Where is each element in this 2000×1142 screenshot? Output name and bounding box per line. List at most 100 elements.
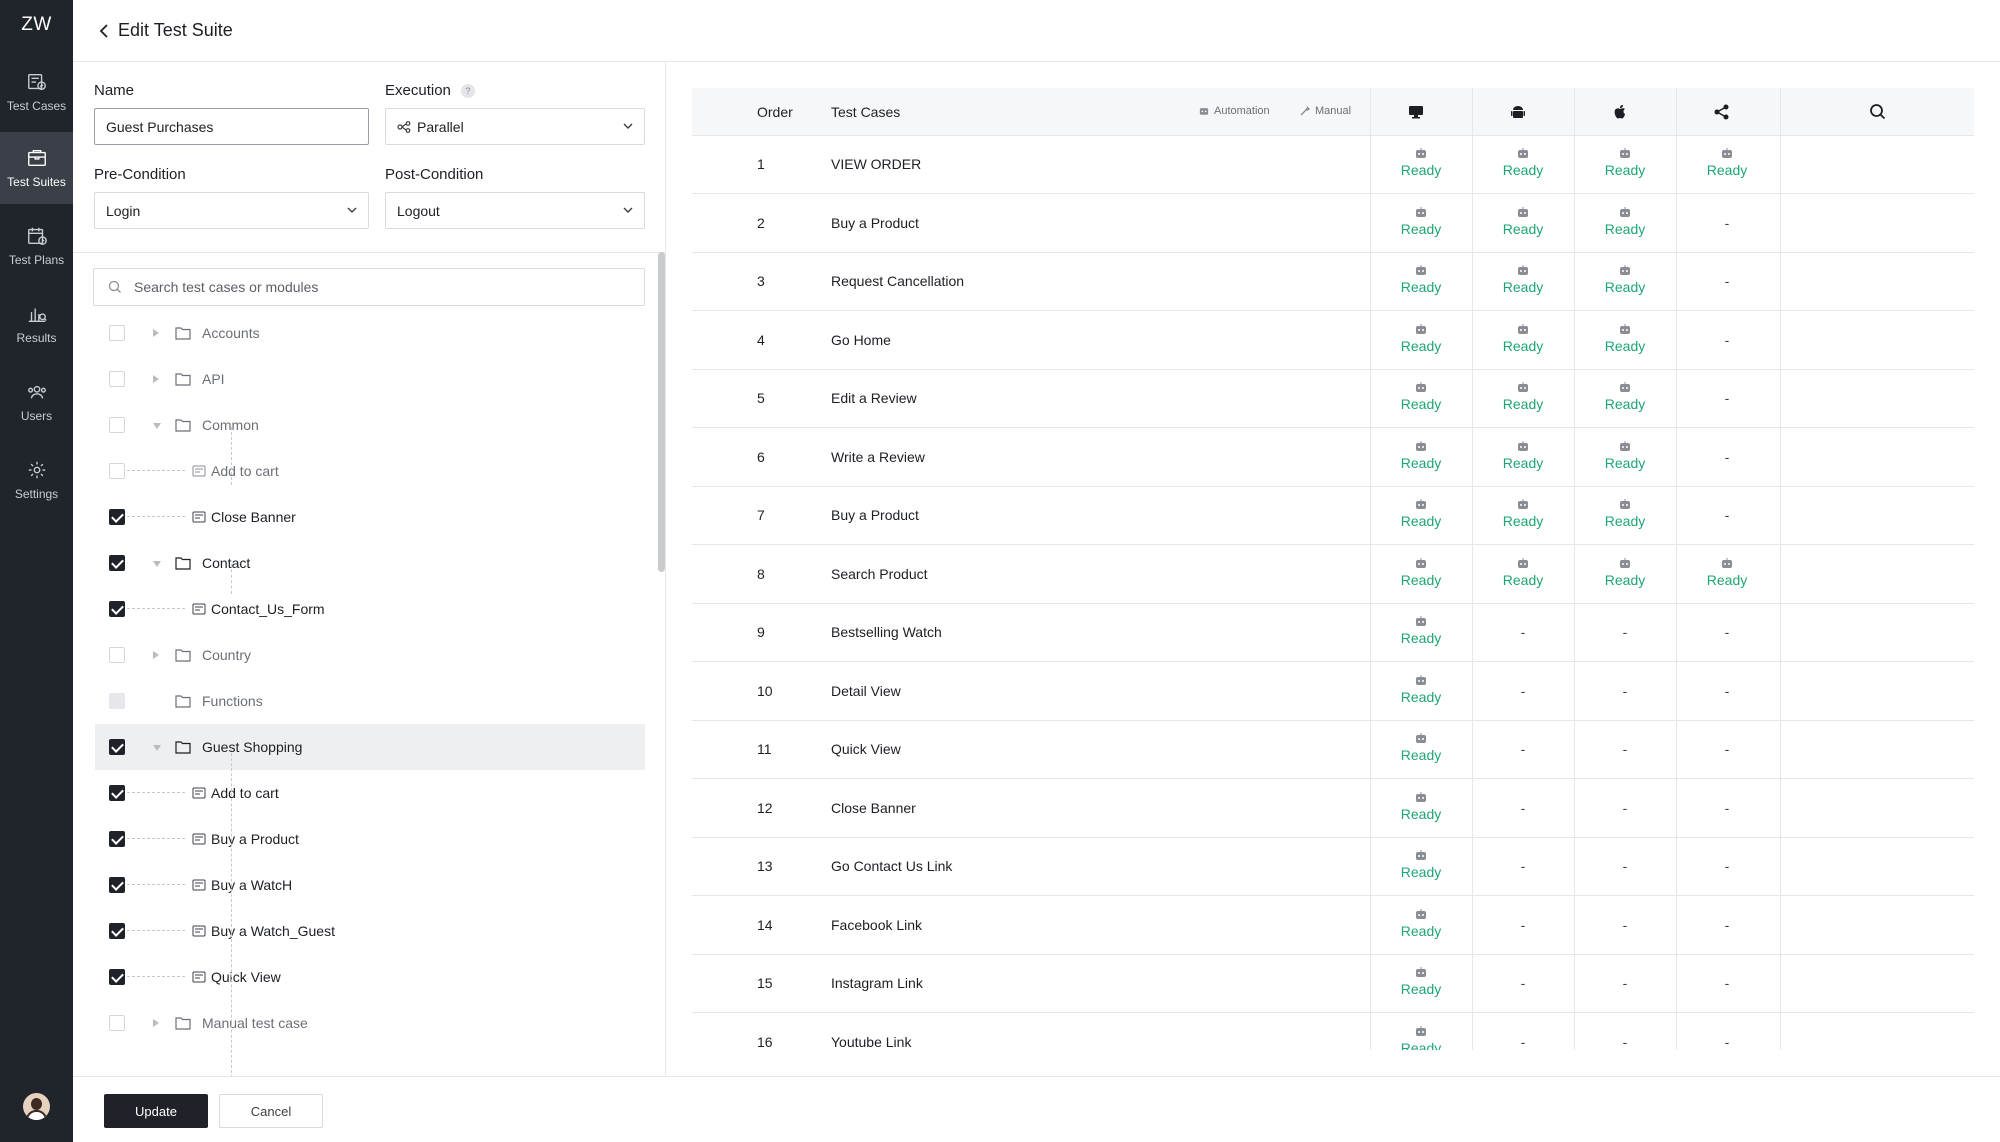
status-ready[interactable]: Ready: [1370, 733, 1472, 763]
test-case-name[interactable]: Go Home: [831, 332, 891, 348]
nav-item-test-suites[interactable]: Test Suites: [0, 132, 73, 204]
status-ready[interactable]: Ready: [1472, 265, 1574, 295]
tree-checkbox[interactable]: [109, 601, 125, 617]
tree-checkbox[interactable]: [109, 739, 125, 755]
desktop-icon[interactable]: [1406, 102, 1426, 122]
test-case-name[interactable]: Search Product: [831, 566, 928, 582]
postcondition-select[interactable]: Logout: [385, 192, 645, 229]
table-row[interactable]: 2 Buy a Product Ready Ready Ready -: [692, 195, 1974, 253]
status-ready[interactable]: Ready: [1472, 499, 1574, 529]
status-ready[interactable]: Ready: [1574, 440, 1676, 471]
back-button[interactable]: [94, 21, 114, 41]
status-ready[interactable]: Ready: [1370, 557, 1472, 588]
table-row[interactable]: 14 Facebook Link Ready - - -: [692, 897, 1974, 955]
status-ready[interactable]: Ready: [1370, 499, 1472, 529]
table-row[interactable]: 6 Write a Review Ready Ready Ready -: [692, 429, 1974, 487]
status-ready[interactable]: Ready: [1370, 206, 1472, 237]
tree-test-case[interactable]: Contact_Us_Form: [95, 586, 645, 632]
status-ready[interactable]: Ready: [1370, 1025, 1472, 1050]
test-case-name[interactable]: Facebook Link: [831, 917, 922, 933]
status-ready[interactable]: Ready: [1370, 674, 1472, 705]
table-row[interactable]: 5 Edit a Review Ready Ready Ready -: [692, 370, 1974, 428]
collapse-caret-icon[interactable]: [153, 745, 161, 751]
tree-checkbox[interactable]: [109, 555, 125, 571]
nav-item-settings[interactable]: Settings: [0, 444, 73, 516]
table-row[interactable]: 9 Bestselling Watch Ready - - -: [692, 604, 1974, 662]
tree-checkbox[interactable]: [109, 509, 125, 525]
nav-item-results[interactable]: Results: [0, 288, 73, 360]
test-case-name[interactable]: Close Banner: [831, 800, 916, 816]
status-ready[interactable]: Ready: [1370, 265, 1472, 295]
status-ready[interactable]: Ready: [1472, 323, 1574, 354]
table-row[interactable]: 13 Go Contact Us Link Ready - - -: [692, 838, 1974, 896]
status-ready[interactable]: Ready: [1574, 265, 1676, 295]
status-ready[interactable]: Ready: [1370, 382, 1472, 412]
test-case-name[interactable]: Youtube Link: [831, 1034, 911, 1050]
tree-checkbox[interactable]: [109, 417, 125, 433]
test-case-name[interactable]: Bestselling Watch: [831, 624, 942, 640]
tree-checkbox[interactable]: [109, 463, 125, 479]
tree-test-case[interactable]: Quick View: [95, 954, 645, 1000]
tree-folder[interactable]: Guest Shopping: [95, 724, 645, 770]
tree-checkbox[interactable]: [109, 831, 125, 847]
status-ready[interactable]: Ready: [1370, 850, 1472, 880]
table-row[interactable]: 7 Buy a Product Ready Ready Ready -: [692, 487, 1974, 545]
test-case-name[interactable]: Buy a Product: [831, 507, 919, 523]
update-button[interactable]: Update: [104, 1094, 208, 1128]
status-ready[interactable]: Ready: [1472, 206, 1574, 237]
execution-select[interactable]: Parallel: [385, 108, 645, 145]
cancel-button[interactable]: Cancel: [219, 1094, 323, 1128]
nav-item-users[interactable]: Users: [0, 366, 73, 438]
search-icon[interactable]: [1868, 102, 1888, 122]
tree-folder[interactable]: Manual test case: [95, 1000, 645, 1046]
status-ready[interactable]: Ready: [1676, 557, 1778, 588]
tree-checkbox[interactable]: [109, 325, 125, 341]
status-ready[interactable]: Ready: [1370, 440, 1472, 471]
tree-checkbox[interactable]: [109, 969, 125, 985]
status-ready[interactable]: Ready: [1370, 967, 1472, 997]
table-row[interactable]: 1 VIEW ORDER Ready Ready Ready Ready: [692, 136, 1974, 194]
status-ready[interactable]: Ready: [1574, 206, 1676, 237]
tree-test-case[interactable]: Close Banner: [95, 494, 645, 540]
status-ready[interactable]: Ready: [1370, 148, 1472, 178]
order-header[interactable]: Order: [757, 88, 793, 136]
status-ready[interactable]: Ready: [1676, 148, 1778, 178]
tree-checkbox[interactable]: [109, 1015, 125, 1031]
nav-item-test-plans[interactable]: Test Plans: [0, 210, 73, 282]
status-ready[interactable]: Ready: [1472, 382, 1574, 412]
table-row[interactable]: 4 Go Home Ready Ready Ready -: [692, 312, 1974, 370]
test-case-name[interactable]: VIEW ORDER: [831, 156, 921, 172]
tree-checkbox[interactable]: [109, 647, 125, 663]
status-ready[interactable]: Ready: [1370, 616, 1472, 646]
test-case-name[interactable]: Detail View: [831, 683, 901, 699]
collapse-caret-icon[interactable]: [153, 561, 161, 567]
tree-folder[interactable]: Functions: [95, 678, 645, 724]
expand-caret-icon[interactable]: [153, 329, 159, 337]
test-case-name[interactable]: Instagram Link: [831, 975, 923, 991]
tree-folder[interactable]: Accounts: [95, 310, 645, 356]
tree-folder[interactable]: Contact: [95, 540, 645, 586]
share-icon[interactable]: [1712, 102, 1732, 122]
tree-folder[interactable]: Common: [95, 402, 645, 448]
status-ready[interactable]: Ready: [1370, 323, 1472, 354]
status-ready[interactable]: Ready: [1472, 148, 1574, 178]
test-case-name[interactable]: Write a Review: [831, 449, 925, 465]
nav-item-test-cases[interactable]: Test Cases: [0, 56, 73, 128]
name-input[interactable]: Guest Purchases: [94, 108, 369, 145]
tree-test-case[interactable]: Buy a WatcH: [95, 862, 645, 908]
android-icon[interactable]: [1508, 102, 1528, 122]
status-ready[interactable]: Ready: [1574, 557, 1676, 588]
tree-checkbox[interactable]: [109, 371, 125, 387]
status-ready[interactable]: Ready: [1574, 382, 1676, 412]
help-icon[interactable]: ?: [460, 84, 475, 99]
tree-checkbox[interactable]: [109, 923, 125, 939]
tree-checkbox[interactable]: [109, 785, 125, 801]
table-row[interactable]: 3 Request Cancellation Ready Ready Ready -: [692, 253, 1974, 311]
test-case-name[interactable]: Quick View: [831, 741, 901, 757]
tree-checkbox[interactable]: [109, 877, 125, 893]
table-row[interactable]: 16 Youtube Link Ready - - -: [692, 1014, 1974, 1050]
table-row[interactable]: 12 Close Banner Ready - - -: [692, 780, 1974, 838]
test-cases-header[interactable]: Test Cases: [831, 88, 900, 136]
tree-test-case[interactable]: Buy a Watch_Guest: [95, 908, 645, 954]
expand-caret-icon[interactable]: [153, 375, 159, 383]
